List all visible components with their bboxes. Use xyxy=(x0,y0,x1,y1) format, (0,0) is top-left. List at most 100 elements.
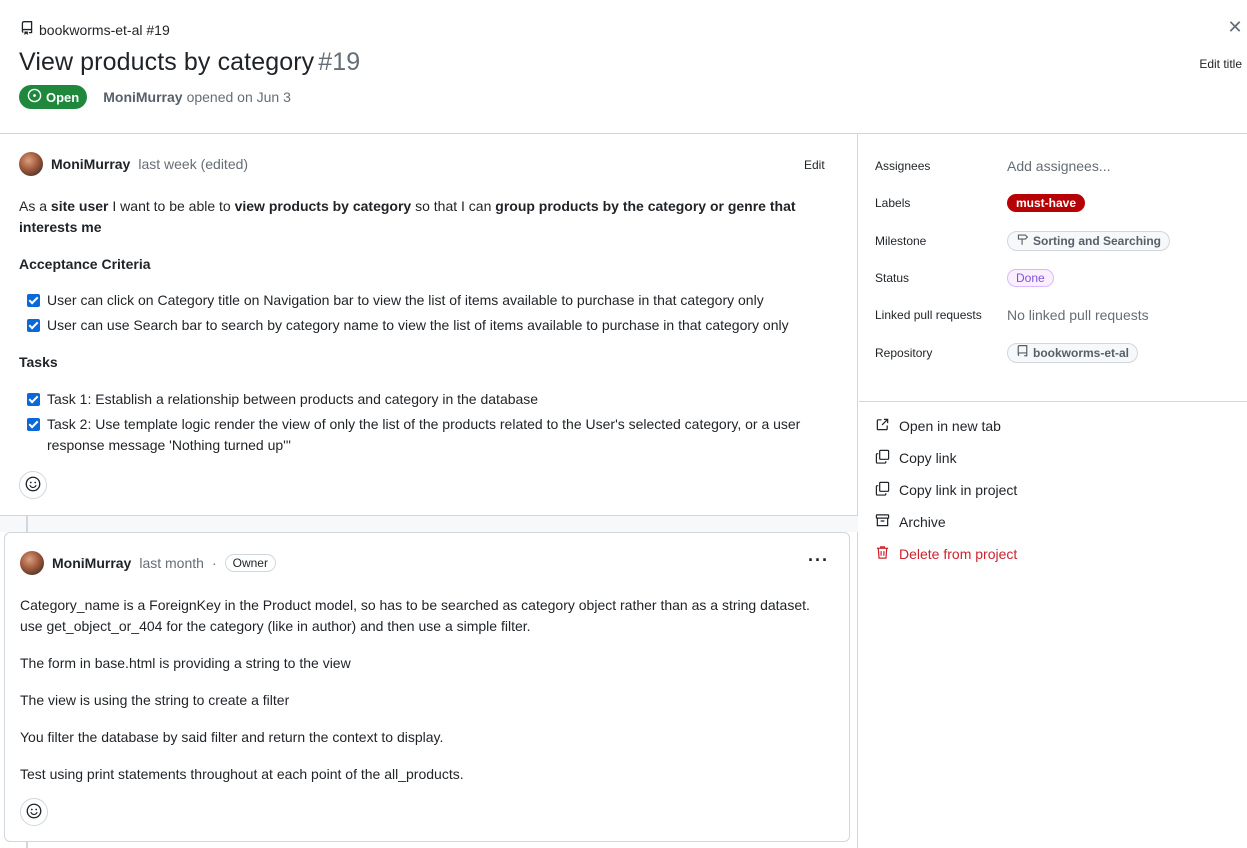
open-in-new-tab-button[interactable]: Open in new tab xyxy=(875,417,1001,435)
comment-paragraph: You filter the database by said filter a… xyxy=(20,729,444,745)
separator-dot: · xyxy=(211,555,217,571)
task-item: Task 1: Establish a relationship between… xyxy=(27,389,817,410)
status-badge: Open xyxy=(19,85,88,109)
acceptance-criteria-heading: Acceptance Criteria xyxy=(19,256,151,272)
comment-paragraph: The view is using the string to create a… xyxy=(20,692,290,708)
owner-badge: Owner xyxy=(224,554,276,572)
issue-number: #19 xyxy=(318,48,361,76)
acceptance-item-text: User can use Search bar to search by cat… xyxy=(47,317,789,333)
kebab-menu-icon[interactable]: ··· xyxy=(808,551,829,569)
repo-breadcrumb[interactable]: bookworms-et-al #19 xyxy=(20,20,170,39)
repo-icon xyxy=(1016,345,1029,361)
copy-link-in-project-button[interactable]: Copy link in project xyxy=(875,481,1017,499)
checkbox-checked[interactable] xyxy=(27,294,40,307)
milestone-label: Sorting and Searching xyxy=(1033,234,1162,248)
issue-title-text: View products by category xyxy=(19,48,315,76)
field-label: Status xyxy=(875,271,910,285)
repo-icon xyxy=(20,20,34,39)
acceptance-item: User can use Search bar to search by cat… xyxy=(27,315,817,336)
field-label: Assignees xyxy=(875,159,931,173)
comment-body: Category_name is a ForeignKey in the Pro… xyxy=(20,595,835,801)
status-badge-label: Open xyxy=(46,89,80,105)
add-assignees-link[interactable]: Add assignees... xyxy=(1007,158,1111,174)
issue-header: bookworms-et-al #19 View products by cat… xyxy=(0,0,1247,134)
archive-icon xyxy=(875,513,890,531)
edit-comment-button[interactable]: Edit xyxy=(804,158,825,172)
repository-label: bookworms-et-al xyxy=(1033,346,1130,360)
task-item: Task 2: Use template logic render the vi… xyxy=(27,414,807,456)
opened-date: opened on Jun 3 xyxy=(186,89,291,105)
acceptance-item-text: User can click on Category title on Navi… xyxy=(47,292,764,308)
field-label: Milestone xyxy=(875,234,927,248)
repository-field[interactable]: Repository bookworms-et-al xyxy=(875,343,1245,363)
comment-paragraph: Category_name is a ForeignKey in the Pro… xyxy=(20,597,810,634)
issue-open-icon xyxy=(27,88,42,106)
smiley-icon xyxy=(25,476,41,495)
issue-body-comment: MoniMurray last week (edited) Edit As a … xyxy=(0,134,858,515)
action-label: Delete from project xyxy=(899,546,1018,562)
edit-title-button[interactable]: Edit title xyxy=(1199,57,1242,71)
checkbox-checked[interactable] xyxy=(27,393,40,406)
issue-author[interactable]: MoniMurray xyxy=(103,89,182,105)
task-item-text: Task 2: Use template logic render the vi… xyxy=(47,416,801,453)
repository-tag[interactable]: bookworms-et-al xyxy=(1007,343,1139,363)
comment-header: MoniMurray last week (edited) xyxy=(19,152,248,176)
add-reaction-button[interactable] xyxy=(20,798,48,826)
label-tag[interactable]: must-have xyxy=(1007,194,1086,212)
story-text: I want to be able to xyxy=(108,198,235,214)
add-reaction-button[interactable] xyxy=(19,471,47,499)
action-label: Copy link in project xyxy=(899,482,1018,498)
repo-breadcrumb-label: bookworms-et-al #19 xyxy=(39,21,170,38)
timeline-line xyxy=(26,516,28,533)
page-title: View products by category #19 xyxy=(19,48,360,77)
sidebar-divider xyxy=(859,401,1247,402)
external-link-icon xyxy=(875,417,890,435)
acceptance-item: User can click on Category title on Navi… xyxy=(27,290,817,311)
task-item-text: Task 1: Establish a relationship between… xyxy=(47,391,539,407)
story-text: As a xyxy=(19,198,51,214)
action-label: Copy link xyxy=(899,450,957,466)
close-icon[interactable]: ✕ xyxy=(1226,18,1244,36)
status-field[interactable]: Status Done xyxy=(875,269,1245,287)
avatar[interactable] xyxy=(19,152,43,176)
checkbox-checked[interactable] xyxy=(27,418,40,431)
issue-status-row: Open MoniMurray opened on Jun 3 xyxy=(19,85,291,109)
status-tag[interactable]: Done xyxy=(1007,269,1054,287)
checkbox-checked[interactable] xyxy=(27,319,40,332)
copy-icon xyxy=(875,449,890,467)
labels-field[interactable]: Labels must-have xyxy=(875,194,1245,212)
story-role: site user xyxy=(50,198,109,214)
avatar[interactable] xyxy=(20,551,44,575)
milestone-field[interactable]: Milestone Sorting and Searching xyxy=(875,231,1245,251)
smiley-icon xyxy=(26,803,42,822)
copy-link-button[interactable]: Copy link xyxy=(875,449,957,467)
delete-from-project-button[interactable]: Delete from project xyxy=(875,545,1017,563)
archive-button[interactable]: Archive xyxy=(875,513,946,531)
linked-pr-value: No linked pull requests xyxy=(1007,307,1149,323)
field-label: Repository xyxy=(875,346,933,360)
timeline-gap xyxy=(0,515,858,533)
user-story-text: As a site user I want to be able to view… xyxy=(19,196,839,238)
comment-author[interactable]: MoniMurray xyxy=(52,555,131,571)
milestone-icon xyxy=(1016,233,1029,249)
assignees-field[interactable]: Assignees Add assignees... xyxy=(875,158,1245,174)
milestone-tag[interactable]: Sorting and Searching xyxy=(1007,231,1171,251)
comment-paragraph: The form in base.html is providing a str… xyxy=(20,655,351,671)
issue-main: MoniMurray last week (edited) Edit As a … xyxy=(0,134,858,848)
comment-timestamp[interactable]: last month xyxy=(139,555,204,571)
story-text: so that I can xyxy=(411,198,496,214)
linked-pull-requests-field[interactable]: Linked pull requests No linked pull requ… xyxy=(875,307,1245,323)
copy-icon xyxy=(875,481,890,499)
trash-icon xyxy=(875,545,890,563)
comment-paragraph: Test using print statements throughout a… xyxy=(20,766,464,782)
action-label: Archive xyxy=(899,514,946,530)
field-label: Labels xyxy=(875,196,911,210)
comment-author[interactable]: MoniMurray xyxy=(51,156,130,172)
comment-header: MoniMurray last month · Owner xyxy=(20,551,276,575)
comment-timestamp[interactable]: last week (edited) xyxy=(138,156,248,172)
comment-card: MoniMurray last month · Owner ··· Catego… xyxy=(4,532,850,842)
story-goal: view products by category xyxy=(234,198,412,214)
issue-sidebar: Assignees Add assignees... Labels must-h… xyxy=(859,134,1247,848)
tasks-heading: Tasks xyxy=(19,354,58,370)
field-label: Linked pull requests xyxy=(875,308,982,322)
